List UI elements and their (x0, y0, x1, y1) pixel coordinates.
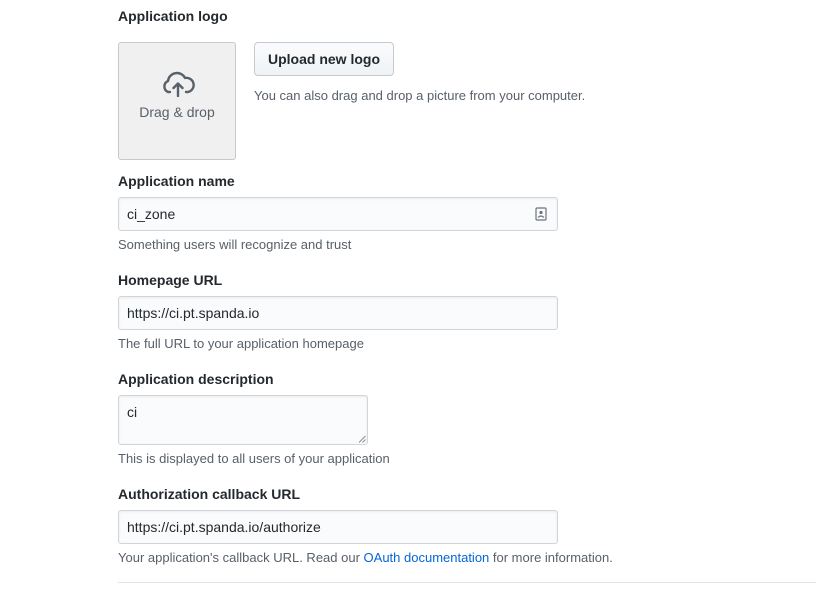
application-name-note: Something users will recognize and trust (118, 237, 352, 252)
logo-dropzone[interactable]: Drag & drop (118, 42, 236, 160)
application-description-note: This is displayed to all users of your a… (118, 451, 390, 466)
callback-note-prefix: Your application's callback URL. Read ou… (118, 550, 364, 565)
contact-card-icon[interactable] (535, 207, 547, 221)
resize-grip-icon[interactable] (358, 435, 366, 443)
callback-url-note: Your application's callback URL. Read ou… (118, 549, 613, 566)
logo-hint: You can also drag and drop a picture fro… (254, 88, 586, 103)
homepage-url-note: The full URL to your application homepag… (118, 336, 364, 351)
callback-note-suffix: for more information. (489, 550, 613, 565)
application-name-label: Application name (118, 173, 235, 189)
application-name-input[interactable] (118, 197, 558, 231)
application-description-label: Application description (118, 371, 274, 387)
dropzone-text: Drag & drop (139, 104, 215, 120)
homepage-url-label: Homepage URL (118, 272, 223, 288)
cloud-upload-icon (163, 71, 195, 97)
homepage-url-input[interactable] (118, 296, 558, 330)
section-divider (118, 582, 816, 583)
upload-new-logo-button[interactable]: Upload new logo (254, 42, 394, 76)
callback-url-label: Authorization callback URL (118, 486, 301, 502)
application-description-textarea[interactable]: ci (118, 395, 368, 445)
oauth-documentation-link[interactable]: OAuth documentation (364, 550, 490, 565)
callback-url-input[interactable] (118, 510, 558, 544)
application-logo-label: Application logo (118, 8, 228, 24)
